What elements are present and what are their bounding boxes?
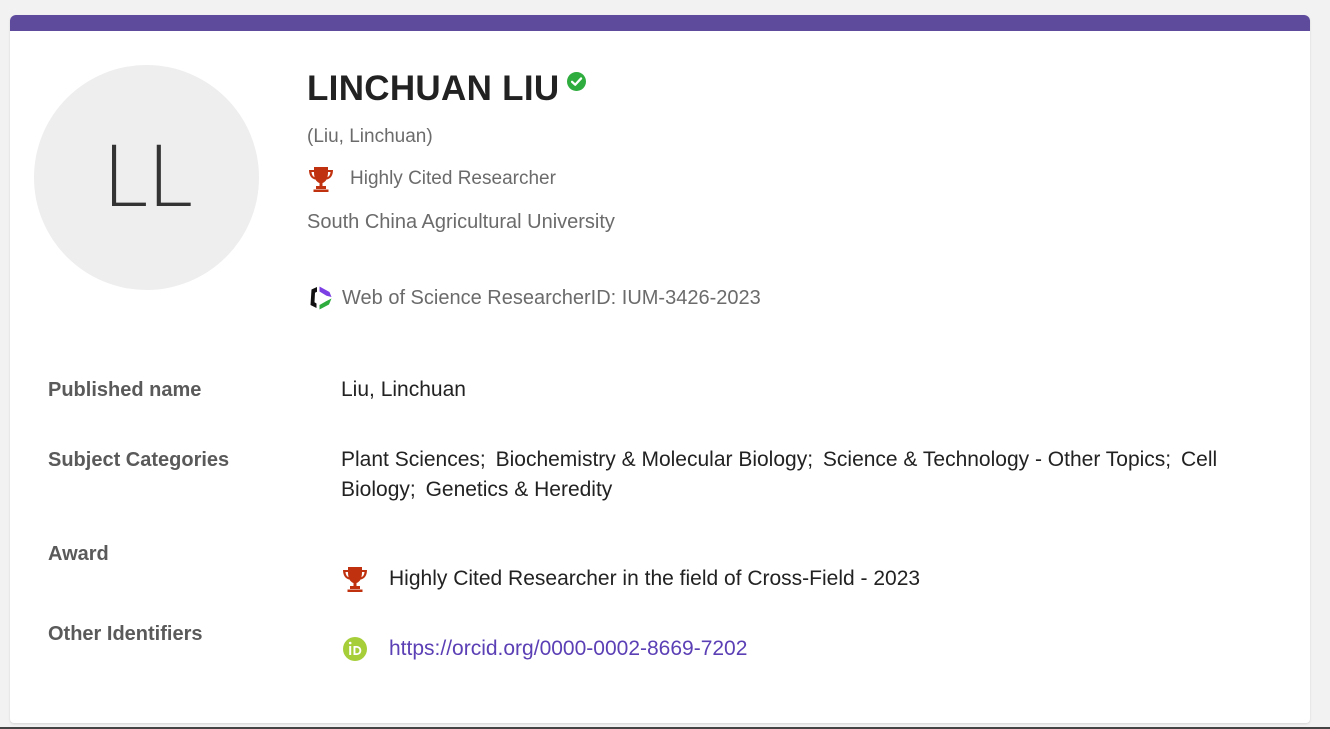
detail-row-subject-categories: Subject Categories Plant Sciences; Bioch… (48, 445, 1288, 539)
subject-category: Science & Technology - Other Topics; (822, 448, 1172, 471)
detail-row-award: Award Highly Cited Researcher in the fie… (48, 539, 1288, 619)
subject-category: Plant Sciences; (341, 448, 486, 471)
affiliation: South China Agricultural University (307, 211, 615, 233)
alternate-name: (Liu, Linchuan) (307, 126, 433, 147)
highly-cited-badge: Highly Cited Researcher (307, 165, 761, 193)
award-label: Award (48, 543, 109, 565)
avatar-initials: LL (101, 127, 194, 226)
orcid-icon (343, 637, 367, 661)
detail-row-published-name: Published name Liu, Linchuan (48, 375, 1288, 445)
published-name-value: Liu, Linchuan (341, 378, 466, 401)
subject-categories-label: Subject Categories (48, 449, 230, 471)
trophy-icon (343, 567, 367, 592)
detail-row-other-identifiers: Other Identifiers https://orcid.org/0000… (48, 619, 1288, 679)
subject-category: Biochemistry & Molecular Biology; (495, 448, 814, 471)
subject-category: Genetics & Heredity (425, 478, 613, 501)
orcid-link[interactable]: https://orcid.org/0000-0002-8669-7202 (389, 634, 747, 664)
published-name-label: Published name (48, 379, 202, 401)
researcher-id: Web of Science ResearcherID: IUM-3426-20… (342, 286, 761, 309)
other-identifiers-value: https://orcid.org/0000-0002-8669-7202 (341, 619, 1288, 679)
profile-header: LINCHUAN LIU (Liu, Linchuan) Highly Cite… (307, 65, 761, 313)
verified-check-icon (567, 72, 587, 91)
profile-details: Published name Liu, Linchuan Subject Cat… (48, 375, 1288, 679)
web-of-science-icon (310, 286, 332, 310)
researcher-name: LINCHUAN LIU (307, 69, 560, 108)
subject-categories-value: Plant Sciences; Biochemistry & Molecular… (341, 445, 1288, 539)
award-value: Highly Cited Researcher in the field of … (341, 539, 1288, 619)
highly-cited-label: Highly Cited Researcher (350, 168, 556, 189)
other-identifiers-label: Other Identifiers (48, 623, 203, 645)
card-accent-bar (10, 15, 1310, 31)
award-text: Highly Cited Researcher in the field of … (389, 567, 921, 590)
avatar: LL (34, 65, 259, 290)
researcher-id-row: Web of Science ResearcherID: IUM-3426-20… (307, 283, 761, 313)
trophy-icon (309, 167, 333, 192)
name-row: LINCHUAN LIU (307, 65, 761, 115)
researcher-profile-card: LL LINCHUAN LIU (Liu, Linchuan) Highly C… (10, 15, 1310, 723)
